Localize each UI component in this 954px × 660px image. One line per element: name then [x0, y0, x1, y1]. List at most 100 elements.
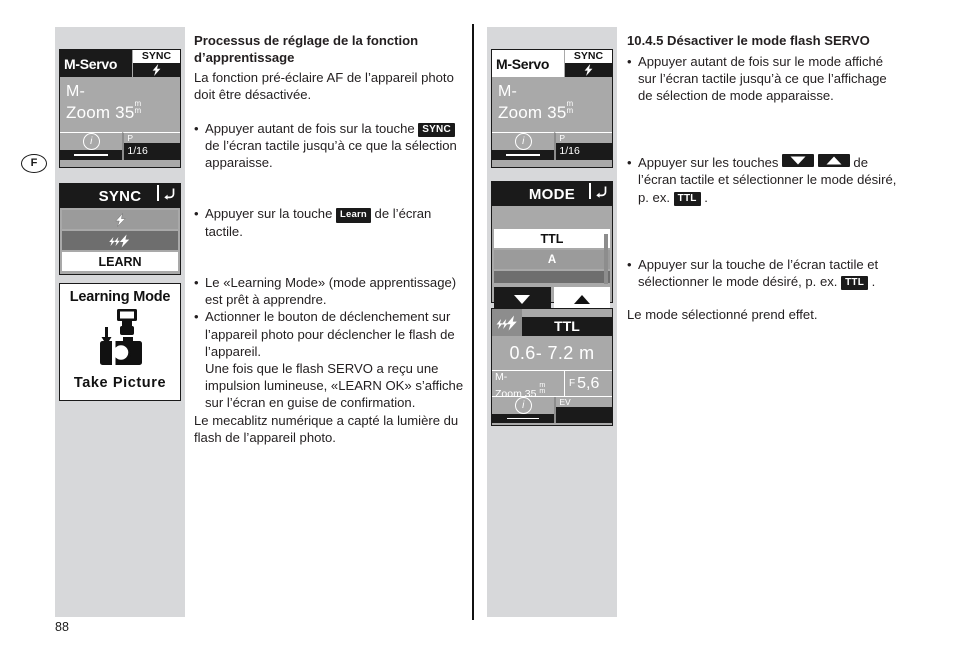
power-value: 1/16 — [556, 143, 612, 160]
lcd-learning-mode-screen: Learning Mode Take Picture — [59, 283, 181, 401]
power-readout[interactable]: P 1/16 — [122, 132, 180, 160]
zoom-value: Zoom 35m m — [498, 100, 612, 123]
mode-menu-header: MODE — [492, 182, 612, 206]
lcd-ttl-screen: TTL 0.6- 7.2 m M- Zoom 35 mm F 5,6 i EV — [491, 308, 613, 426]
lcd-mode-menu: MODE TTL A — [491, 181, 613, 311]
ttl-info-button[interactable]: i — [492, 397, 555, 423]
info-circle-icon: i — [492, 133, 554, 150]
ttl-zoom-readout[interactable]: M- Zoom 35 mm — [492, 371, 564, 400]
status-top-bar: M-Servo SYNC — [492, 50, 612, 77]
sync-label: SYNC — [573, 50, 604, 62]
info-circle-icon: i — [60, 133, 122, 150]
sync-label: SYNC — [141, 50, 172, 62]
zoom-prefix: M- — [66, 83, 86, 100]
ttl-mid-bar: M- Zoom 35 mm F 5,6 — [492, 370, 612, 400]
mode-row-ttl[interactable]: TTL — [494, 229, 610, 248]
flash-bolt-icon — [133, 63, 180, 77]
column-divider — [472, 24, 474, 620]
sync-indicator[interactable]: SYNC — [564, 50, 612, 77]
learning-mode-caption: Learning Mode — [69, 289, 171, 305]
menu-scrollbar[interactable] — [604, 234, 608, 284]
left-bullet-4: Actionner le bouton de déclenchement sur… — [194, 308, 466, 360]
ttl-mode-label[interactable]: TTL — [522, 317, 612, 336]
left-heading: Processus de réglage de la fonction d’ap… — [194, 33, 419, 65]
return-arrow-icon[interactable] — [157, 185, 176, 201]
right-bullet-2-pre: Appuyer sur les touches — [638, 155, 779, 171]
arrow-up-icon — [573, 294, 590, 304]
triple-bolt-icon — [109, 234, 130, 247]
mode-menu-rows: TTL A — [492, 206, 612, 287]
arrow-up-key-badge[interactable] — [817, 154, 850, 168]
status-main-readout: M- Zoom 35m m — [492, 77, 612, 132]
sync-menu-rows: LEARN — [60, 208, 180, 275]
zoom-unit: mm — [134, 99, 142, 115]
learn-key-badge[interactable]: Learn — [336, 207, 371, 223]
lcd-status-screen-left: M-Servo SYNC M- Zoom 35m m i P 1/16 — [59, 49, 181, 168]
manual-page: F M-Servo SYNC M- Zoom 35m m i P 1/16 SY… — [0, 0, 954, 660]
left-bullet-4-continuation: Une fois que le flash SERVO a reçu une i… — [205, 360, 464, 411]
return-arrow-glyph — [596, 186, 607, 198]
take-picture-caption: Take Picture — [73, 375, 167, 391]
ttl-key-badge-2[interactable]: TTL — [841, 276, 869, 291]
left-bullet-2: Appuyer sur la touche Learn de l’écran t… — [194, 205, 466, 240]
arrow-down-key-badge[interactable] — [782, 154, 815, 168]
triple-bolt-icon — [492, 309, 522, 336]
sync-key-badge[interactable]: SYNC — [418, 122, 455, 137]
left-text-column: Processus de réglage de la fonction d’ap… — [194, 33, 466, 446]
aperture-value: 5,6 — [577, 374, 600, 392]
right-bullet-1: Appuyer autant de fois sur le mode affic… — [627, 53, 899, 105]
sync-menu-title: SYNC — [98, 187, 142, 205]
flash-bolt-glyph — [152, 64, 161, 76]
power-value: 1/16 — [124, 143, 180, 160]
left-closing-paragraph: Le mecablitz numérique a capté la lumièr… — [194, 412, 459, 445]
ttl-aperture-readout[interactable]: F 5,6 — [564, 371, 612, 396]
sync-row-single-bolt[interactable] — [62, 210, 178, 229]
sync-row-triple-bolt[interactable] — [62, 231, 178, 250]
mode-row-blank-bottom — [494, 271, 610, 283]
left-bullet-1: Appuyer autant de fois sur la touche SYN… — [194, 120, 466, 172]
language-marker: F — [21, 154, 47, 173]
power-label: P — [559, 133, 566, 143]
ttl-ev-readout[interactable]: EV — [554, 397, 612, 423]
single-bolt-icon — [114, 212, 126, 227]
page-number: 88 — [55, 620, 69, 634]
ttl-distance-readout: 0.6- 7.2 m — [509, 342, 595, 363]
zoom-value-text: Zoom 35 — [66, 103, 135, 122]
aperture-prefix: F — [569, 378, 576, 389]
sync-menu-header: SYNC — [60, 184, 180, 208]
lcd-sync-menu: SYNC LEARN — [59, 183, 181, 275]
power-label: P — [127, 133, 134, 143]
left-bullet-3: Le «Learning Mode» (mode apprentissage) … — [194, 274, 466, 308]
sync-indicator[interactable]: SYNC — [132, 50, 180, 77]
ttl-mode-label-wrap: TTL — [522, 309, 612, 336]
right-heading: 10.4.5 Désactiver le mode flash SERVO — [627, 33, 870, 48]
right-bullet-3: Appuyer sur la touche de l’écran tactile… — [627, 256, 899, 291]
zoom-value-text: Zoom 35 — [498, 103, 567, 122]
flash-bolt-glyph — [584, 64, 593, 76]
arrow-up-icon — [826, 156, 842, 165]
sync-row-learn[interactable]: LEARN — [62, 252, 178, 271]
left-intro-paragraph: La fonction pré-éclaire AF de l’appareil… — [194, 70, 454, 103]
info-button[interactable]: i — [60, 132, 123, 160]
right-bullet-2: Appuyer sur les touches de l’écran tacti… — [627, 154, 899, 206]
zoom-prefix: M- — [498, 83, 518, 100]
right-text-column: 10.4.5 Désactiver le mode flash SERVO Ap… — [627, 33, 899, 323]
info-button[interactable]: i — [492, 132, 555, 160]
return-arrow-icon[interactable] — [589, 183, 608, 199]
right-bullet-2-post: . — [704, 189, 708, 205]
ttl-bottom-bar: i EV — [492, 396, 612, 423]
ttl-key-badge[interactable]: TTL — [673, 191, 701, 206]
return-arrow-glyph — [164, 188, 175, 200]
triple-bolt-glyph — [496, 315, 517, 330]
zoom-value: Zoom 35m m — [66, 99, 180, 123]
status-top-bar: M-Servo SYNC — [60, 50, 180, 77]
underline-bar — [60, 150, 123, 160]
flash-bolt-icon — [565, 63, 612, 77]
status-bottom-bar: i P 1/16 — [492, 132, 612, 160]
left-bullet-1-pre: Appuyer autant de fois sur la touche — [205, 120, 415, 136]
left-bullet-1-post: de l’écran tactile jusqu’à ce que la sél… — [205, 137, 457, 170]
mode-row-a[interactable]: A — [494, 250, 610, 269]
flash-mode-label[interactable]: M-Servo — [492, 50, 564, 77]
flash-mode-label[interactable]: M-Servo — [60, 50, 132, 77]
power-readout[interactable]: P 1/16 — [554, 132, 612, 160]
